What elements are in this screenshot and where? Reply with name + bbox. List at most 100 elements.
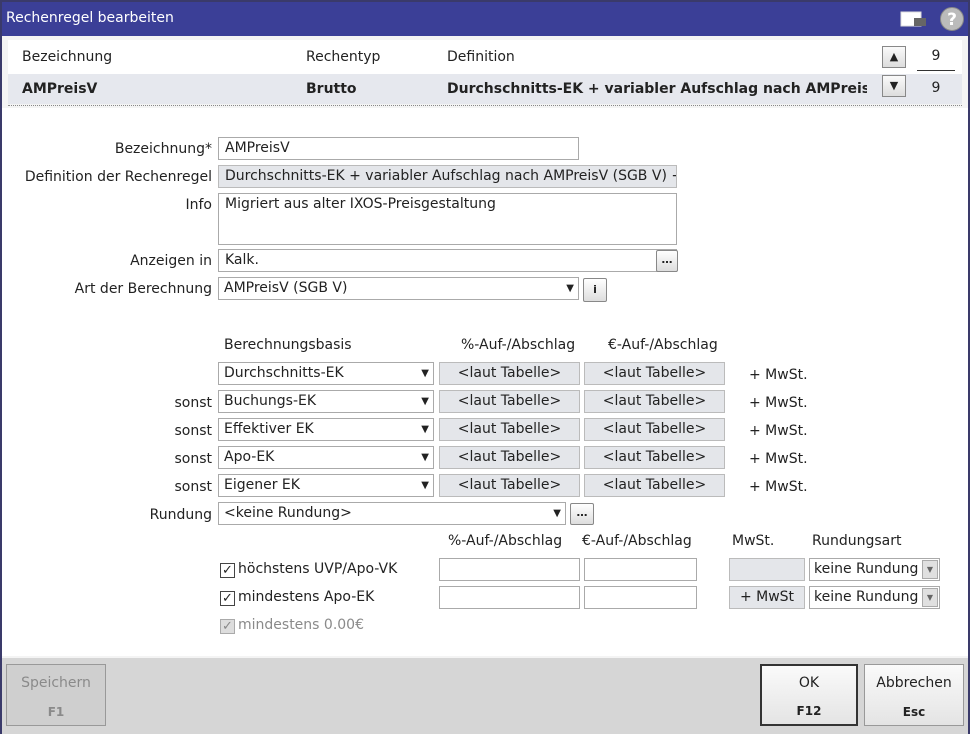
rundung-browse-button[interactable]: …	[570, 503, 594, 525]
list-separator	[8, 105, 962, 106]
definition-field: Durchschnitts-EK + variabler Aufschlag n…	[218, 165, 677, 188]
ok-button-label: OK	[798, 675, 820, 691]
pct-header: %-Auf-/Abschlag	[461, 337, 576, 353]
chevron-down-icon: ▼	[421, 396, 429, 407]
mindestens-null-label: mindestens 0.00€	[238, 617, 364, 633]
pct-field: <laut Tabelle>	[439, 446, 580, 469]
help-icon[interactable]: ?	[940, 7, 964, 31]
row-rechentyp: Brutto	[306, 81, 357, 97]
chevron-down-icon: ▼	[421, 452, 429, 463]
eur-field: <laut Tabelle>	[584, 390, 725, 413]
hoechstens-label: höchstens UVP/Apo-VK	[238, 561, 398, 577]
chevron-down-icon: ▼	[421, 424, 429, 435]
save-button-label: Speichern	[21, 675, 91, 691]
basis-dropdown[interactable]: Apo-EK ▼	[218, 446, 434, 469]
scroll-up-button[interactable]: ▲	[882, 46, 906, 68]
eur-field: <laut Tabelle>	[584, 474, 725, 497]
art-dropdown[interactable]: AMPreisV (SGB V) ▼	[218, 277, 579, 300]
ok-button-key: F12	[796, 704, 822, 718]
mwst-label: + MwSt.	[749, 479, 808, 495]
ok-button[interactable]: OK F12	[760, 664, 858, 726]
eur-field: <laut Tabelle>	[584, 362, 725, 385]
limit-rundungsart-header: Rundungsart	[812, 533, 902, 549]
eur-field: <laut Tabelle>	[584, 446, 725, 469]
window-mode-icon[interactable]	[900, 10, 928, 32]
column-header-definition[interactable]: Definition	[447, 49, 515, 65]
hoechstens-checkbox[interactable]: ✓	[220, 563, 235, 578]
window-title: Rechenregel bearbeiten	[6, 10, 174, 26]
scroll-down-button[interactable]: ▼	[882, 75, 906, 97]
eur-field: <laut Tabelle>	[584, 418, 725, 441]
hoechstens-rundungsart-dropdown[interactable]: keine Rundung ▼	[809, 558, 940, 581]
info-label: Info	[185, 197, 213, 213]
chevron-down-icon: ▼	[922, 588, 938, 607]
mindestens-rundungsart-dropdown[interactable]: keine Rundung ▼	[809, 586, 940, 609]
limit-mwst-header: MwSt.	[732, 533, 775, 549]
mindestens-pct-input[interactable]	[439, 586, 580, 609]
limit-pct-header: %-Auf-/Abschlag	[448, 533, 563, 549]
chevron-down-icon: ▼	[566, 283, 574, 294]
basis-dropdown-value: Buchungs-EK	[224, 393, 317, 409]
mindestens-eur-input[interactable]	[584, 586, 697, 609]
chevron-down-icon: ▼	[553, 508, 561, 519]
basis-dropdown[interactable]: Durchschnitts-EK ▼	[218, 362, 434, 385]
anzeigen-browse-button[interactable]: …	[656, 250, 678, 272]
basis-dropdown-value: Effektiver EK	[224, 421, 314, 437]
hoechstens-eur-input[interactable]	[584, 558, 697, 581]
mindestens-apo-ek-label: mindestens Apo-EK	[238, 589, 375, 605]
rundung-label: Rundung	[149, 507, 212, 523]
save-button[interactable]: Speichern F1	[6, 664, 106, 726]
page-top-number: 9	[931, 48, 941, 64]
basis-dropdown-value: Apo-EK	[224, 449, 275, 465]
limit-eur-header: €-Auf-/Abschlag	[582, 533, 692, 549]
chevron-down-icon: ▼	[421, 480, 429, 491]
calc-row-prefix: sonst	[174, 395, 212, 411]
pct-field: <laut Tabelle>	[439, 418, 580, 441]
bezeichnung-label: Bezeichnung*	[114, 141, 212, 157]
eur-header: €-Auf-/Abschlag	[608, 337, 718, 353]
art-label: Art der Berechnung	[74, 281, 212, 297]
info-textarea[interactable]: Migriert aus alter IXOS-Preisgestaltung	[218, 193, 677, 245]
cancel-button-key: Esc	[902, 705, 926, 719]
dialog-window: Rechenregel bearbeiten ? Bezeichnung Rec…	[0, 0, 970, 734]
anzeigen-input[interactable]: Kalk.	[218, 249, 677, 272]
basis-dropdown[interactable]: Eigener EK ▼	[218, 474, 434, 497]
list-header: Bezeichnung Rechentyp Definition	[8, 40, 962, 74]
calc-row-prefix: sonst	[174, 423, 212, 439]
cancel-button[interactable]: Abbrechen Esc	[864, 664, 964, 726]
pct-field: <laut Tabelle>	[439, 390, 580, 413]
mwst-label: + MwSt.	[749, 367, 808, 383]
page-bottom-number: 9	[931, 80, 941, 96]
mindestens-apo-ek-checkbox[interactable]: ✓	[220, 591, 235, 606]
page-number-divider	[917, 70, 955, 71]
bezeichnung-input[interactable]: AMPreisV	[218, 137, 579, 160]
mwst-label: + MwSt.	[749, 395, 808, 411]
mwst-label: + MwSt.	[749, 451, 808, 467]
title-bar: Rechenregel bearbeiten ?	[2, 2, 968, 36]
mindestens-null-checkbox: ✓	[220, 619, 235, 634]
hoechstens-mwst-field	[729, 558, 805, 581]
basis-dropdown[interactable]: Buchungs-EK ▼	[218, 390, 434, 413]
table-row[interactable]: AMPreisV Brutto Durchschnitts-EK + varia…	[8, 74, 962, 104]
chevron-down-icon: ▼	[922, 560, 938, 579]
rundung-dropdown-value: <keine Rundung>	[224, 505, 352, 521]
hoechstens-rundungsart-value: keine Rundung	[814, 561, 919, 577]
pct-field: <laut Tabelle>	[439, 474, 580, 497]
info-button[interactable]: i	[583, 278, 607, 302]
chevron-down-icon: ▼	[421, 368, 429, 379]
calc-row-prefix: sonst	[174, 451, 212, 467]
art-dropdown-value: AMPreisV (SGB V)	[224, 280, 348, 296]
calc-row-prefix: sonst	[174, 479, 212, 495]
basis-dropdown[interactable]: Effektiver EK ▼	[218, 418, 434, 441]
row-definition: Durchschnitts-EK + variabler Aufschlag n…	[447, 81, 867, 97]
rundung-dropdown[interactable]: <keine Rundung> ▼	[218, 502, 566, 525]
mwst-label: + MwSt.	[749, 423, 808, 439]
anzeigen-label: Anzeigen in	[130, 253, 212, 269]
basis-dropdown-value: Durchschnitts-EK	[224, 365, 344, 381]
row-bezeichnung: AMPreisV	[22, 81, 98, 97]
hoechstens-pct-input[interactable]	[439, 558, 580, 581]
column-header-rechentyp[interactable]: Rechentyp	[306, 49, 380, 65]
column-header-bezeichnung[interactable]: Bezeichnung	[22, 49, 112, 65]
cancel-button-label: Abbrechen	[876, 675, 952, 691]
basis-header: Berechnungsbasis	[224, 337, 352, 353]
